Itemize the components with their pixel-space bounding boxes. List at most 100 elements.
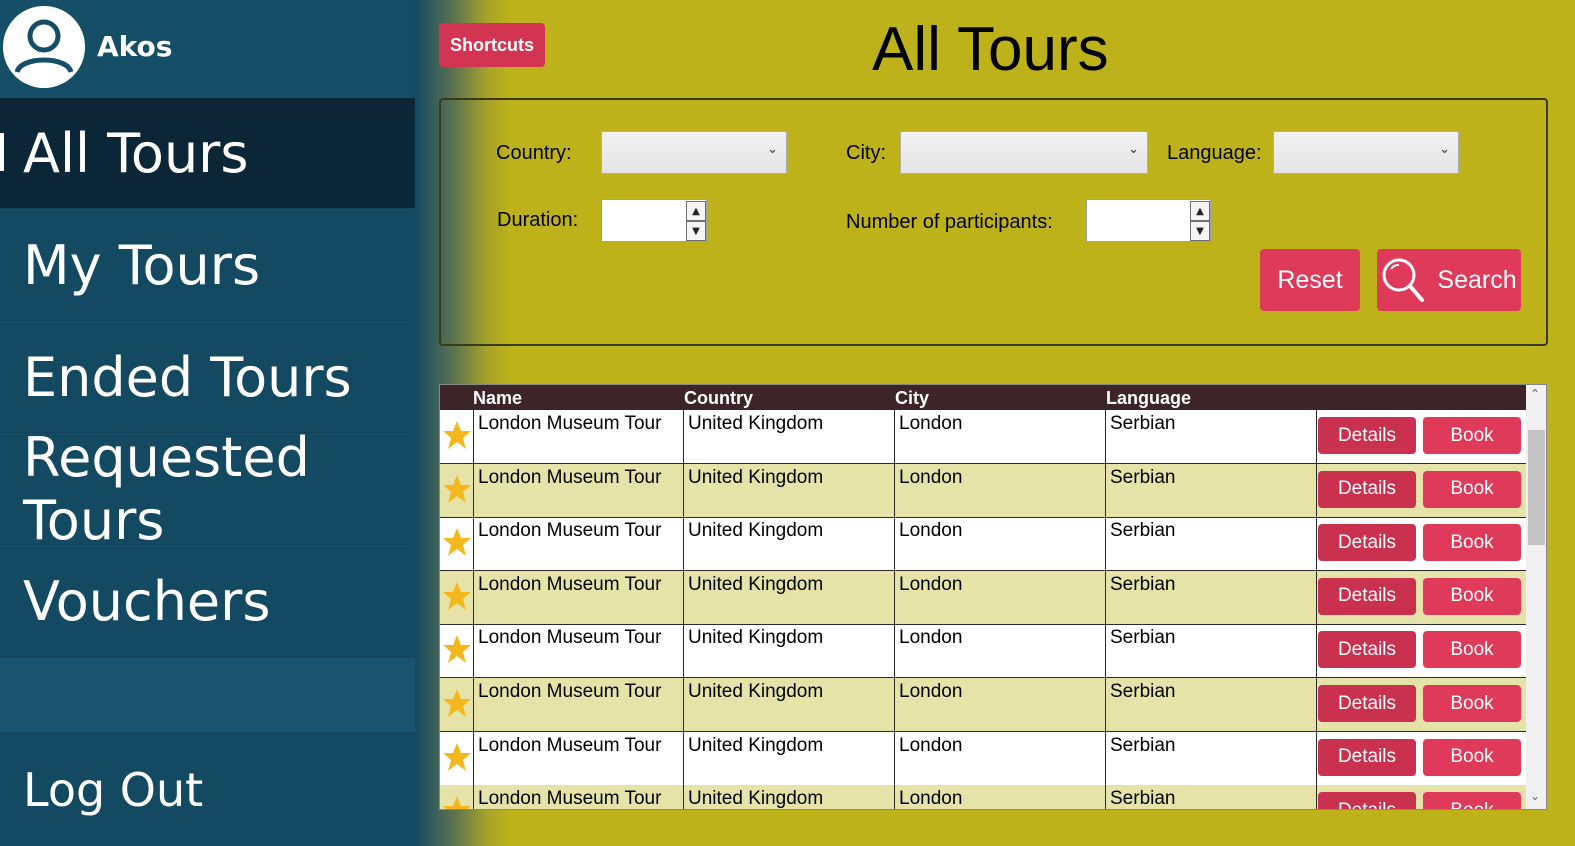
nav-item-label: My Tours <box>23 233 261 297</box>
details-button[interactable]: Details <box>1318 524 1416 562</box>
cell-city: London <box>894 410 1105 463</box>
details-button[interactable]: Details <box>1318 792 1416 809</box>
chevron-down-icon: ⌄ <box>1439 142 1450 157</box>
participants-label: Number of participants: <box>846 211 1053 233</box>
scrollbar-thumb[interactable] <box>1528 430 1545 545</box>
search-button[interactable]: Search <box>1377 249 1521 311</box>
nav-item-my-tours[interactable]: My Tours <box>0 210 415 321</box>
book-button[interactable]: Book <box>1423 417 1521 454</box>
search-label: Search <box>1437 265 1517 294</box>
details-button[interactable]: Details <box>1318 631 1416 669</box>
details-button[interactable]: Details <box>1318 738 1416 776</box>
nav-item-requested-tours[interactable]: Requested Tours <box>0 426 415 552</box>
cell-city: London <box>894 731 1105 785</box>
user-name: Akos <box>97 30 173 63</box>
cell-name: London Museum Tour <box>473 678 683 731</box>
country-select[interactable]: ⌄ <box>601 131 787 174</box>
table-row[interactable]: London Museum Tour United Kingdom London Se… <box>440 785 1526 810</box>
language-label: Language: <box>1167 142 1262 164</box>
scroll-down-icon[interactable]: ⌄ <box>1530 789 1540 803</box>
shortcuts-button[interactable]: Shortcuts <box>439 23 545 67</box>
logout-button[interactable]: Log Out <box>0 734 415 846</box>
chevron-down-icon[interactable]: ▼ <box>1190 221 1210 241</box>
table-row[interactable]: London Museum Tour United Kingdom London Se… <box>440 410 1526 464</box>
star-icon[interactable] <box>442 795 472 810</box>
column-header-name[interactable]: Name <box>473 388 522 409</box>
cell-language: Serbian <box>1105 463 1316 517</box>
cell-language: Serbian <box>1105 570 1316 624</box>
logout-label: Log Out <box>23 763 204 817</box>
star-icon[interactable] <box>442 688 472 718</box>
nav-spacer <box>0 658 415 732</box>
cell-language: Serbian <box>1105 785 1316 809</box>
language-select[interactable]: ⌄ <box>1273 131 1459 174</box>
book-button[interactable]: Book <box>1423 577 1521 615</box>
cell-name: London Museum Tour <box>473 463 683 517</box>
column-header-country[interactable]: Country <box>684 388 753 409</box>
table-row[interactable]: London Museum Tour United Kingdom London Se… <box>440 624 1526 679</box>
sidebar: Akos All Tours My Tours Ended Tours Requ… <box>0 0 415 846</box>
cell-name: London Museum Tour <box>473 731 683 785</box>
cell-country: United Kingdom <box>683 678 894 731</box>
details-button[interactable]: Details <box>1318 577 1416 615</box>
nav-item-label: Requested Tours <box>23 426 310 552</box>
chevron-down-icon: ⌄ <box>1128 142 1139 157</box>
star-icon[interactable] <box>442 634 472 664</box>
reset-button[interactable]: Reset <box>1260 249 1360 311</box>
details-button[interactable]: Details <box>1318 470 1416 508</box>
book-button[interactable]: Book <box>1423 792 1521 809</box>
reset-label: Reset <box>1277 265 1343 294</box>
country-label: Country: <box>496 142 572 164</box>
star-icon[interactable] <box>442 474 472 504</box>
table-row[interactable]: London Museum Tour United Kingdom London Se… <box>440 517 1526 572</box>
page-title: All Tours <box>872 15 1109 84</box>
nav-item-vouchers[interactable]: Vouchers <box>0 546 415 657</box>
user-avatar-icon[interactable] <box>3 6 85 88</box>
book-button[interactable]: Book <box>1423 470 1521 508</box>
nav-item-ended-tours[interactable]: Ended Tours <box>0 322 415 433</box>
nav-item-all-tours[interactable]: All Tours <box>0 98 415 209</box>
details-button[interactable]: Details <box>1318 685 1416 722</box>
cell-language: Serbian <box>1105 624 1316 678</box>
book-button[interactable]: Book <box>1423 685 1521 722</box>
duration-label: Duration: <box>497 209 579 231</box>
chevron-up-icon[interactable]: ▲ <box>1190 201 1210 221</box>
star-icon[interactable] <box>442 581 472 611</box>
duration-stepper[interactable]: ▲ ▼ <box>601 199 707 242</box>
table-row[interactable]: London Museum Tour United Kingdom London Se… <box>440 570 1526 625</box>
book-button[interactable]: Book <box>1423 524 1521 562</box>
details-button[interactable]: Details <box>1318 417 1416 454</box>
nav-item-label: All Tours <box>23 121 249 185</box>
cell-city: London <box>894 570 1105 624</box>
vertical-scrollbar[interactable]: ⌃ ⌄ <box>1526 385 1546 809</box>
city-select[interactable]: ⌄ <box>900 131 1148 174</box>
chevron-up-icon[interactable]: ▲ <box>686 201 706 221</box>
cell-city: London <box>894 785 1105 809</box>
star-icon[interactable] <box>442 527 472 557</box>
cell-name: London Museum Tour <box>473 624 683 678</box>
column-header-city[interactable]: City <box>895 388 929 409</box>
book-button[interactable]: Book <box>1423 738 1521 776</box>
cell-name: London Museum Tour <box>473 410 683 463</box>
cell-language: Serbian <box>1105 517 1316 571</box>
cell-city: London <box>894 624 1105 678</box>
scroll-up-icon[interactable]: ⌃ <box>1530 387 1540 401</box>
table-row[interactable]: London Museum Tour United Kingdom London Se… <box>440 463 1526 518</box>
city-label: City: <box>846 142 886 164</box>
star-icon[interactable] <box>442 742 472 772</box>
cell-language: Serbian <box>1105 410 1316 463</box>
star-icon[interactable] <box>442 420 472 450</box>
table-row[interactable]: London Museum Tour United Kingdom London Se… <box>440 678 1526 732</box>
book-button[interactable]: Book <box>1423 631 1521 669</box>
chevron-down-icon[interactable]: ▼ <box>686 221 706 241</box>
cell-name: London Museum Tour <box>473 517 683 571</box>
cell-country: United Kingdom <box>683 410 894 463</box>
column-header-language[interactable]: Language <box>1106 388 1191 409</box>
nav-item-label: Ended Tours <box>23 345 352 409</box>
cell-city: London <box>894 463 1105 517</box>
cell-city: London <box>894 678 1105 731</box>
participants-stepper[interactable]: ▲ ▼ <box>1086 199 1211 242</box>
table-row[interactable]: London Museum Tour United Kingdom London Se… <box>440 731 1526 786</box>
cell-name: London Museum Tour <box>473 570 683 624</box>
cell-city: London <box>894 517 1105 571</box>
